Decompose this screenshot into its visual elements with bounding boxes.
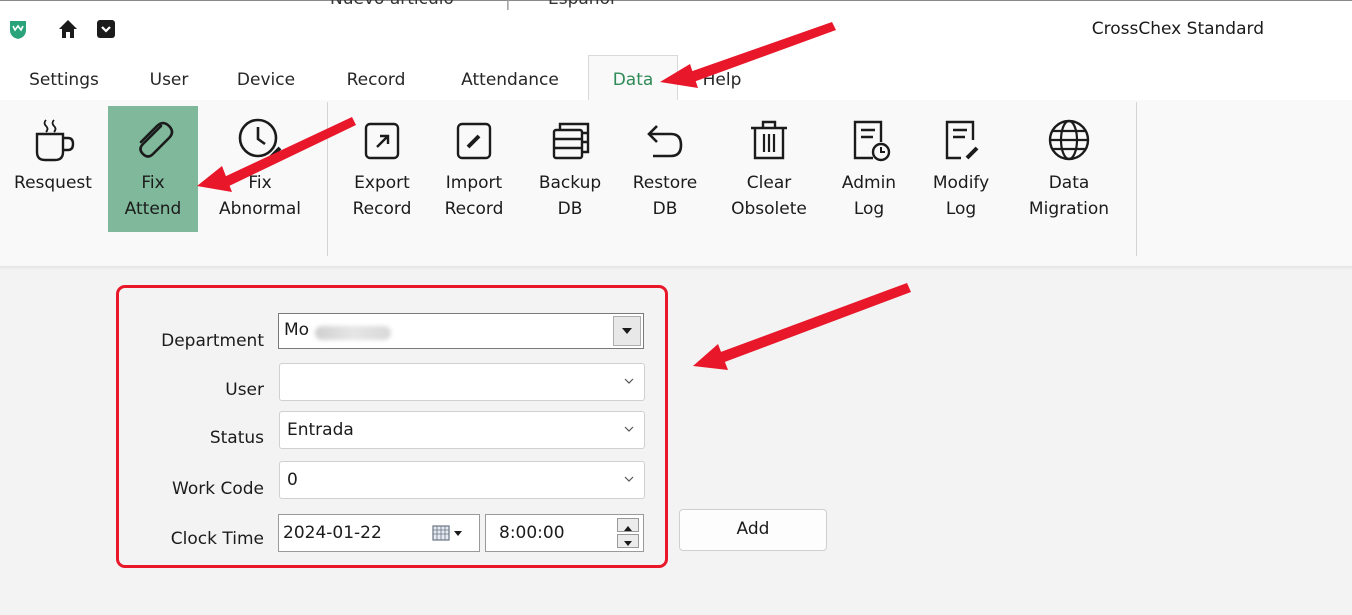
chevron-down-icon <box>624 378 634 384</box>
coffee-icon <box>35 119 75 162</box>
data-migration-label-1: Data <box>1048 173 1090 193</box>
ribbon-toolbar: Resquest Fix Attend Fix Abnormal Export … <box>0 100 1352 267</box>
backup-label-1: Backup <box>538 173 602 193</box>
arrow-to-form <box>718 283 911 363</box>
log-edit-icon <box>945 120 979 160</box>
caret-up-icon <box>624 526 632 531</box>
status-label: Status <box>209 428 264 448</box>
undo-icon <box>647 125 683 158</box>
database-icon <box>552 122 590 160</box>
status-select[interactable]: Entrada <box>279 411 645 449</box>
tab-device[interactable]: Device <box>226 58 306 100</box>
caret-down-icon <box>624 541 632 546</box>
restore-label-1: Restore <box>632 173 698 193</box>
department-dropdown-button[interactable] <box>613 316 641 346</box>
export-label-1: Export <box>354 173 410 193</box>
admin-log-button[interactable]: Admin Log <box>828 106 910 232</box>
cut-text-left: Nuevo artículo <box>330 0 454 9</box>
menu-tabs: Settings User Device Record Attendance D… <box>0 55 1352 102</box>
home-icon[interactable] <box>56 17 80 41</box>
work-code-select[interactable]: 0 <box>279 461 645 499</box>
tab-record[interactable]: Record <box>334 58 418 100</box>
data-migration-button[interactable]: Data Migration <box>1016 106 1122 232</box>
export-icon <box>364 122 400 160</box>
modify-log-button[interactable]: Modify Log <box>920 106 1002 232</box>
calendar-icon[interactable] <box>431 524 467 542</box>
spin-down-button[interactable] <box>617 534 639 548</box>
backup-label-2: DB <box>557 199 583 219</box>
chevron-down-icon <box>624 476 634 482</box>
app-logo-icon <box>10 21 26 39</box>
department-value: Mo <box>284 320 310 340</box>
date-value: 2024-01-22 <box>283 523 382 543</box>
clock-edit-icon <box>238 118 282 160</box>
tab-user[interactable]: User <box>138 58 200 100</box>
import-icon <box>456 122 492 160</box>
user-label: User <box>225 380 264 400</box>
import-label-2: Record <box>444 199 504 219</box>
export-label-2: Record <box>352 199 412 219</box>
fix-attend-label-2: Attend <box>124 199 182 219</box>
add-button[interactable]: Add <box>679 509 827 551</box>
globe-icon <box>1048 119 1090 161</box>
admin-log-label-1: Admin <box>841 173 897 193</box>
fix-attend-button[interactable]: Fix Attend <box>108 106 198 232</box>
request-button[interactable]: Resquest <box>4 106 102 232</box>
cut-text-right: Español <box>548 0 615 9</box>
app-title: CrossChex Standard <box>1091 19 1264 39</box>
clear-label-1: Clear <box>746 173 792 193</box>
backup-db-button[interactable]: Backup DB <box>528 106 612 232</box>
minimize-box-icon[interactable] <box>94 17 118 41</box>
ribbon-separator <box>327 102 328 256</box>
ribbon-shadow <box>0 266 1352 270</box>
spin-up-button[interactable] <box>617 518 639 532</box>
status-value: Entrada <box>287 420 354 440</box>
import-label-1: Import <box>445 173 503 193</box>
time-value: 8:00:00 <box>499 523 565 543</box>
admin-log-label-2: Log <box>853 199 885 219</box>
tab-data[interactable]: Data <box>588 55 678 102</box>
arrowhead-form <box>693 344 728 370</box>
fix-abnormal-label-2: Abnormal <box>219 199 301 219</box>
ribbon-separator-end <box>1136 102 1137 256</box>
import-record-button[interactable]: Import Record <box>432 106 516 232</box>
trash-icon <box>751 120 787 160</box>
export-record-button[interactable]: Export Record <box>340 106 424 232</box>
work-code-label: Work Code <box>172 479 264 499</box>
clear-obsolete-button[interactable]: Clear Obsolete <box>720 106 818 232</box>
title-bar: Nuevo artículo | Español CrossChex Stand… <box>0 0 1352 59</box>
fix-abnormal-label-1: Fix <box>248 173 272 193</box>
request-label: Resquest <box>14 173 92 193</box>
user-select[interactable] <box>279 363 645 401</box>
department-label: Department <box>161 331 264 351</box>
fix-attend-label-1: Fix <box>141 173 165 193</box>
redacted-text <box>315 326 391 340</box>
modify-log-label-1: Modify <box>932 173 990 193</box>
time-spinner[interactable] <box>617 518 639 548</box>
clear-label-2: Obsolete <box>731 199 807 219</box>
date-picker[interactable]: 2024-01-22 <box>278 514 480 552</box>
paperclip-icon <box>139 121 174 158</box>
department-select[interactable]: Mo <box>278 313 644 349</box>
caret-down-icon <box>622 328 632 334</box>
tab-settings[interactable]: Settings <box>18 58 110 100</box>
chevron-down-icon <box>624 426 634 432</box>
work-code-value: 0 <box>287 470 298 490</box>
restore-db-button[interactable]: Restore DB <box>622 106 708 232</box>
modify-log-label-2: Log <box>945 199 977 219</box>
cut-divider: | <box>505 0 511 11</box>
restore-label-2: DB <box>652 199 678 219</box>
tab-help[interactable]: Help <box>692 58 752 100</box>
tab-attendance[interactable]: Attendance <box>448 58 572 100</box>
log-clock-icon <box>853 120 891 162</box>
fix-abnormal-button[interactable]: Fix Abnormal <box>206 106 314 232</box>
clock-time-label: Clock Time <box>170 529 264 549</box>
time-picker[interactable]: 8:00:00 <box>485 514 644 552</box>
data-migration-label-2: Migration <box>1028 199 1110 219</box>
